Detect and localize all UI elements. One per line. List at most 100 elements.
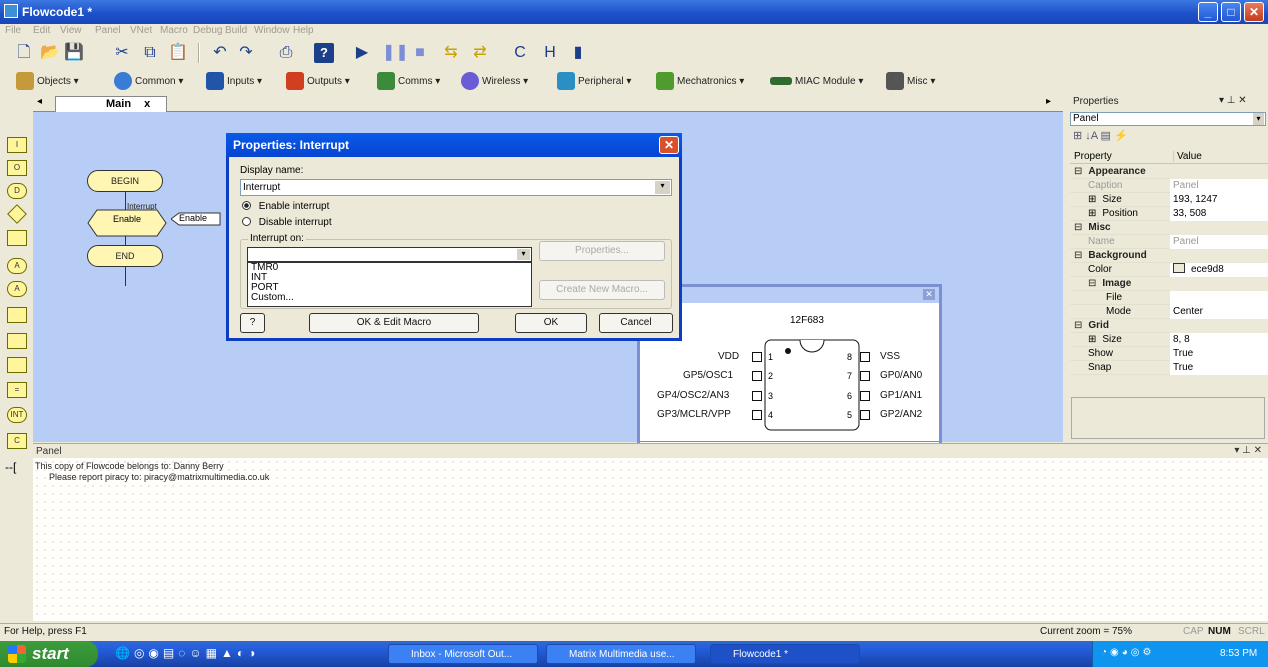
enable-interrupt-radio[interactable]: Enable interrupt — [242, 201, 329, 212]
run-icon[interactable]: ▶ — [352, 43, 372, 63]
property-value[interactable]: True — [1170, 361, 1268, 375]
ok-edit-macro-button[interactable]: OK & Edit Macro — [309, 313, 479, 333]
collapse-icon[interactable]: ⊟ — [1074, 320, 1082, 331]
collapse-icon[interactable]: ⊟ — [1074, 250, 1082, 261]
pane-options-icon[interactable]: ▾ ⊥ ✕ — [1219, 95, 1247, 106]
property-row[interactable]: ⊟ Image — [1070, 277, 1268, 291]
menu-panel[interactable]: Panel — [95, 25, 121, 36]
tab-scroll-left-icon[interactable]: ◂ — [37, 96, 42, 107]
property-value[interactable]: 33, 508 — [1170, 207, 1268, 221]
calculation-icon[interactable] — [7, 357, 27, 373]
property-row[interactable]: File — [1070, 291, 1268, 305]
property-value[interactable] — [1170, 221, 1268, 235]
objects-menu[interactable]: Objects ▾ — [16, 72, 79, 92]
property-row[interactable]: ⊟ Appearance — [1070, 165, 1268, 179]
task-flowcode[interactable]: Flowcode1 * — [710, 644, 860, 664]
undo-icon[interactable]: ↶ — [210, 43, 230, 63]
property-value[interactable]: ece9d8 — [1170, 263, 1268, 277]
tab-scroll-right-icon[interactable]: ▸ — [1046, 96, 1051, 107]
tray-icons[interactable]: ◔◉◕◎⚙ — [1101, 647, 1155, 658]
output-icon[interactable]: O — [7, 160, 27, 176]
new-file-icon[interactable]: 🗋 — [14, 43, 34, 63]
copy-icon[interactable]: ⧉ — [140, 43, 160, 63]
dialog-close-button[interactable]: ✕ — [659, 136, 679, 154]
end-node[interactable]: END — [87, 245, 163, 267]
property-row[interactable]: Show True — [1070, 347, 1268, 361]
menu-build[interactable]: Build — [225, 25, 247, 36]
compile-hex-icon[interactable]: H — [540, 43, 560, 63]
property-row[interactable]: ⊟ Grid — [1070, 319, 1268, 333]
tab-main[interactable]: Main x — [55, 96, 167, 112]
option-custom[interactable]: Custom... — [251, 293, 531, 303]
comms-menu[interactable]: Comms ▾ — [377, 72, 440, 92]
menu-vnet[interactable]: VNet — [130, 25, 152, 36]
property-value[interactable]: Panel — [1170, 235, 1268, 249]
goto-icon[interactable]: A — [7, 281, 27, 297]
call-macro-icon[interactable] — [7, 307, 27, 323]
comment-icon[interactable]: --[ — [5, 460, 16, 474]
minimize-button[interactable]: _ — [1198, 2, 1218, 22]
property-row[interactable]: ⊞ Size 8, 8 — [1070, 333, 1268, 347]
display-name-combobox[interactable]: Interrupt ▾ — [240, 179, 672, 196]
help-button[interactable]: ? — [240, 313, 265, 333]
property-row[interactable]: Mode Center — [1070, 305, 1268, 319]
pin-8[interactable] — [860, 352, 870, 362]
property-value[interactable]: Center — [1170, 305, 1268, 319]
connection-point-icon[interactable]: A — [7, 258, 27, 274]
loop-icon[interactable] — [7, 230, 27, 246]
pin-5[interactable] — [860, 410, 870, 420]
open-folder-icon[interactable]: 📂 — [40, 43, 60, 63]
property-value[interactable] — [1170, 277, 1268, 291]
task-inbox[interactable]: Inbox - Microsoft Out... — [388, 644, 538, 664]
begin-node[interactable]: BEGIN — [87, 170, 163, 192]
step-over-icon[interactable]: ⇄ — [470, 43, 490, 63]
sort-icons[interactable]: ⊞ ↓A ▤ ⚡ — [1073, 129, 1128, 142]
chip-close-icon[interactable]: ✕ — [923, 289, 935, 300]
interrupt-icon[interactable]: INT — [7, 407, 27, 423]
pin-7[interactable] — [860, 371, 870, 381]
expand-icon[interactable]: ⊞ — [1088, 334, 1096, 345]
menu-window[interactable]: Window — [254, 25, 290, 36]
decision-icon[interactable] — [7, 204, 27, 224]
object-selector[interactable]: Panel ▾ — [1070, 112, 1266, 126]
pin-4[interactable] — [752, 410, 762, 420]
cancel-button[interactable]: Cancel — [599, 313, 673, 333]
menu-edit[interactable]: Edit — [33, 25, 50, 36]
misc-menu[interactable]: Misc ▾ — [886, 72, 935, 92]
collapse-icon[interactable]: ⊟ — [1074, 222, 1082, 233]
property-value[interactable]: 8, 8 — [1170, 333, 1268, 347]
property-row[interactable]: ⊟ Background — [1070, 249, 1268, 263]
peripheral-menu[interactable]: Peripheral ▾ — [557, 72, 631, 92]
close-button[interactable]: ✕ — [1244, 2, 1264, 22]
property-value[interactable] — [1170, 319, 1268, 333]
stop-icon[interactable]: ■ — [410, 43, 430, 63]
interrupt-on-dropdown-icon[interactable]: ▾ — [517, 249, 530, 260]
expand-icon[interactable]: ⊞ — [1088, 194, 1096, 205]
compile-c-icon[interactable]: C — [510, 43, 530, 63]
common-menu[interactable]: Common ▾ — [114, 72, 183, 92]
menu-help[interactable]: Help — [293, 25, 314, 36]
mechatronics-menu[interactable]: Mechatronics ▾ — [656, 72, 744, 92]
inputs-menu[interactable]: Inputs ▾ — [206, 72, 262, 92]
redo-icon[interactable]: ↷ — [236, 43, 256, 63]
property-row[interactable]: ⊞ Size 193, 1247 — [1070, 193, 1268, 207]
input-icon[interactable]: I — [7, 137, 27, 153]
delay-icon[interactable]: D — [7, 183, 27, 199]
option-tmr0[interactable]: TMR0 — [251, 263, 531, 273]
property-row[interactable]: Caption Panel — [1070, 179, 1268, 193]
expand-icon[interactable]: ⊞ — [1088, 208, 1096, 219]
pin-2[interactable] — [752, 371, 762, 381]
property-row[interactable]: ⊟ Misc — [1070, 221, 1268, 235]
property-value[interactable]: True — [1170, 347, 1268, 361]
step-into-icon[interactable]: ⇆ — [441, 43, 461, 63]
property-row[interactable]: ⊞ Position 33, 508 — [1070, 207, 1268, 221]
dropdown-arrow-icon[interactable]: ▾ — [1253, 113, 1264, 125]
string-icon[interactable]: = — [7, 382, 27, 398]
display-name-dropdown-icon[interactable]: ▾ — [655, 181, 670, 194]
outputs-menu[interactable]: Outputs ▾ — [286, 72, 350, 92]
collapse-icon[interactable]: ⊟ — [1088, 278, 1096, 289]
pause-icon[interactable]: ❚❚ — [382, 43, 409, 63]
pin-1[interactable] — [752, 352, 762, 362]
component-macro-icon[interactable] — [7, 333, 27, 349]
cut-icon[interactable]: ✂ — [112, 43, 132, 63]
